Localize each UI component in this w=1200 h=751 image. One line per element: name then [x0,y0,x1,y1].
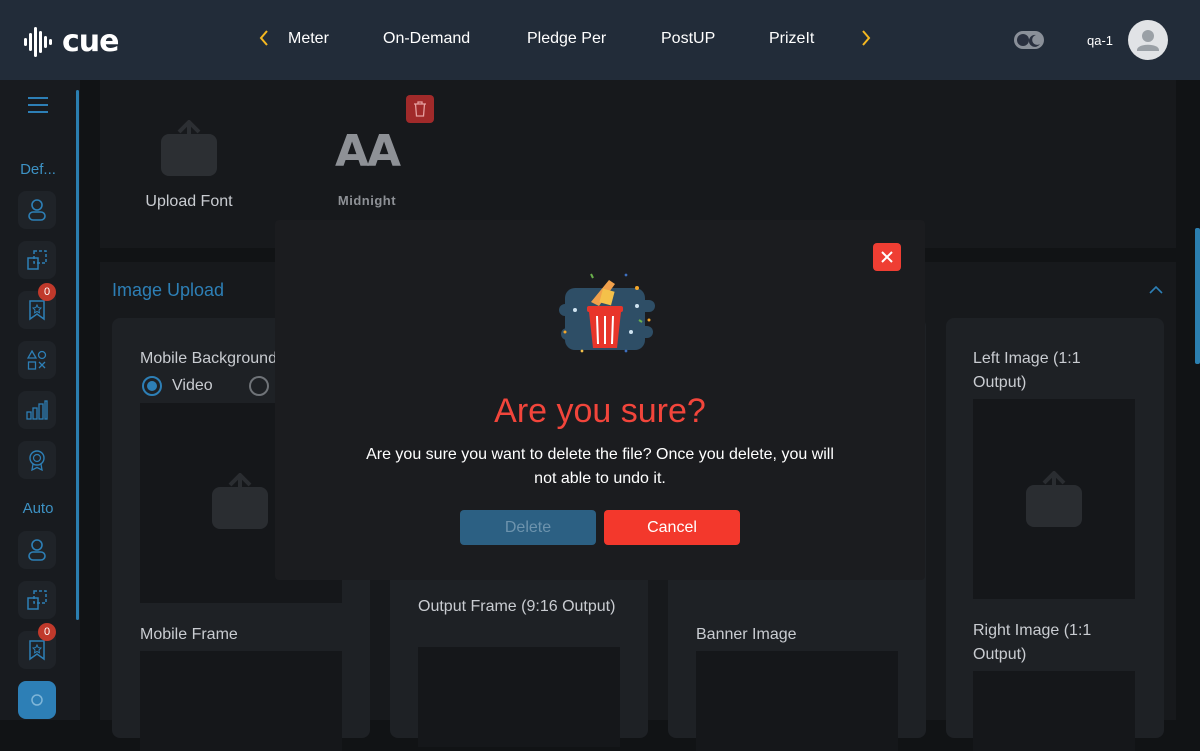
trash-bin-illustration [559,273,655,353]
cancel-button[interactable]: Cancel [604,510,740,545]
close-icon [881,251,893,263]
confirm-delete-dialog: Are you sure? Are you sure you want to d… [275,220,925,580]
delete-button[interactable]: Delete [460,510,596,545]
dialog-title: Are you sure? [494,392,706,430]
modal-overlay: Are you sure? Are you sure you want to d… [0,0,1200,720]
dialog-message: Are you sure you want to delete the file… [366,446,834,487]
close-dialog-button[interactable] [873,243,901,271]
